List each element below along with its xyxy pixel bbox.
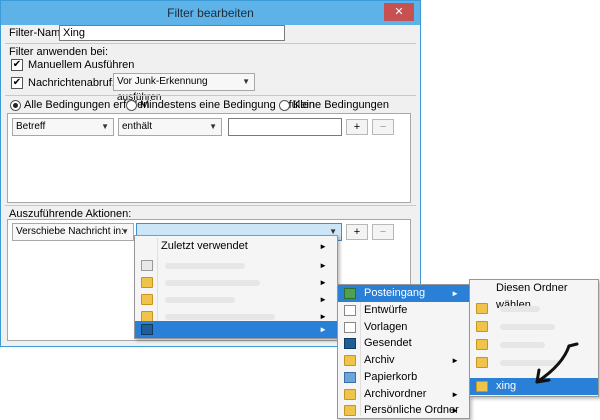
folder-icon bbox=[476, 381, 488, 392]
action-type-select[interactable]: Verschiebe Nachricht in: ▼ bbox=[12, 223, 134, 241]
folder-icon bbox=[344, 355, 356, 366]
submenu-arrow-icon: ► bbox=[451, 356, 459, 365]
sent-icon bbox=[344, 338, 356, 349]
condition-field-select[interactable]: Betreff ▼ bbox=[12, 118, 114, 136]
title-bar[interactable]: Filter bearbeiten bbox=[1, 1, 420, 25]
menu-item-label: xing bbox=[496, 380, 517, 392]
submenu-arrow-icon: ► bbox=[319, 278, 327, 287]
submenu-arrow-icon: ► bbox=[319, 261, 327, 270]
divider bbox=[5, 43, 416, 44]
choose-this-folder-item[interactable]: Diesen Ordner wählen bbox=[470, 280, 598, 311]
folder-icon bbox=[476, 339, 488, 350]
menu-item-subfolder[interactable] bbox=[470, 318, 598, 335]
menu-item-archive-folders[interactable]: Archivordner ► bbox=[338, 386, 469, 403]
submenu-arrow-icon: ► bbox=[451, 390, 459, 399]
divider bbox=[5, 95, 416, 96]
remove-action-button[interactable]: − bbox=[372, 224, 394, 240]
folder-icon bbox=[476, 357, 488, 368]
folder-icon bbox=[344, 405, 356, 416]
menu-item-label: Archivordner bbox=[364, 388, 427, 400]
blurred-label bbox=[500, 324, 555, 330]
match-none-radio[interactable] bbox=[279, 100, 290, 111]
menu-item-recent[interactable]: Zuletzt verwendet ► bbox=[135, 238, 337, 255]
folder-icon bbox=[141, 294, 153, 305]
menu-item-label: Archiv bbox=[364, 354, 395, 366]
manual-run-label: Manuellem Ausführen bbox=[28, 59, 135, 71]
blurred-label bbox=[165, 314, 275, 320]
folder-icon bbox=[476, 303, 488, 314]
menu-item-subfolder[interactable] bbox=[470, 300, 598, 317]
remove-condition-button[interactable]: − bbox=[372, 119, 394, 135]
add-condition-button[interactable]: + bbox=[346, 119, 368, 135]
menu-item-drafts[interactable]: Entwürfe bbox=[338, 302, 469, 319]
window-title: Filter bearbeiten bbox=[167, 6, 254, 20]
folder-menu: Zuletzt verwendet ► ► ► ► ► ► bbox=[134, 235, 338, 339]
submenu-arrow-icon: ► bbox=[319, 325, 327, 334]
match-any-radio[interactable] bbox=[126, 100, 137, 111]
menu-item-personal-folders[interactable]: Persönliche Ordner ► bbox=[338, 402, 469, 419]
apply-section-label: Filter anwenden bei: bbox=[9, 46, 109, 58]
condition-operator-select[interactable]: enthält ▼ bbox=[118, 118, 222, 136]
folder-icon bbox=[476, 321, 488, 332]
folder-icon bbox=[141, 277, 153, 288]
manual-run-checkbox[interactable]: ✔ bbox=[11, 59, 23, 71]
templates-icon bbox=[344, 322, 356, 333]
account-folders-menu: Posteingang ► Entwürfe Vorlagen Gesendet… bbox=[337, 284, 470, 419]
annotation-arrow-icon bbox=[535, 342, 579, 384]
menu-item-sent[interactable]: Gesendet bbox=[338, 335, 469, 352]
chevron-down-icon: ▼ bbox=[209, 122, 217, 131]
menu-item-trash[interactable]: Papierkorb bbox=[338, 369, 469, 386]
drafts-icon bbox=[344, 305, 356, 316]
menu-item-label: Vorlagen bbox=[364, 321, 408, 333]
mail-icon bbox=[141, 260, 153, 271]
match-all-radio[interactable] bbox=[10, 100, 21, 111]
fetch-checkbox[interactable]: ✔ bbox=[11, 77, 23, 89]
account-icon bbox=[141, 324, 153, 335]
menu-item-inbox[interactable]: Posteingang ► bbox=[338, 285, 469, 302]
menu-item-label: Posteingang bbox=[364, 287, 426, 299]
condition-value-input[interactable] bbox=[228, 118, 342, 136]
inbox-icon bbox=[344, 288, 356, 299]
submenu-arrow-icon: ► bbox=[319, 242, 327, 251]
menu-item-label: Entwürfe bbox=[364, 304, 408, 316]
blurred-label bbox=[165, 297, 235, 303]
menu-item-label: Zuletzt verwendet bbox=[161, 240, 248, 252]
menu-item-account[interactable]: ► bbox=[135, 257, 337, 274]
menu-item-account[interactable]: ► bbox=[135, 274, 337, 291]
action-type-value: Verschiebe Nachricht in: bbox=[16, 226, 124, 237]
condition-operator-value: enthält bbox=[122, 121, 153, 132]
folder-icon bbox=[344, 389, 356, 400]
divider bbox=[5, 205, 416, 206]
menu-item-account-selected[interactable]: ► bbox=[135, 321, 337, 338]
chevron-down-icon: ▼ bbox=[242, 77, 250, 86]
blurred-label bbox=[165, 263, 245, 269]
menu-item-label: Papierkorb bbox=[364, 371, 418, 383]
submenu-arrow-icon: ► bbox=[319, 295, 327, 304]
fetch-label: Nachrichtenabruf: bbox=[28, 77, 115, 89]
match-none-label: Keine Bedingungen bbox=[293, 99, 390, 111]
menu-item-account[interactable]: ► bbox=[135, 291, 337, 308]
menu-item-archive[interactable]: Archiv ► bbox=[338, 352, 469, 369]
chevron-down-icon: ▼ bbox=[121, 227, 129, 236]
blurred-label bbox=[165, 280, 260, 286]
menu-item-templates[interactable]: Vorlagen bbox=[338, 319, 469, 336]
menu-item-label: Persönliche Ordner bbox=[364, 404, 459, 416]
fetch-mode-select[interactable]: Vor Junk-Erkennung ausführen ▼ bbox=[113, 73, 255, 103]
menu-item-label: Gesendet bbox=[364, 337, 412, 349]
filter-name-input[interactable]: Xing bbox=[59, 25, 285, 41]
add-action-button[interactable]: + bbox=[346, 224, 368, 240]
submenu-arrow-icon: ► bbox=[451, 289, 459, 298]
blurred-label bbox=[500, 306, 540, 312]
conditions-list: Betreff ▼ enthält ▼ + − bbox=[7, 113, 411, 203]
condition-field-value: Betreff bbox=[16, 121, 46, 132]
trash-icon bbox=[344, 372, 356, 383]
chevron-down-icon: ▼ bbox=[101, 122, 109, 131]
close-button[interactable]: ✕ bbox=[384, 3, 414, 21]
submenu-arrow-icon: ► bbox=[451, 406, 459, 415]
